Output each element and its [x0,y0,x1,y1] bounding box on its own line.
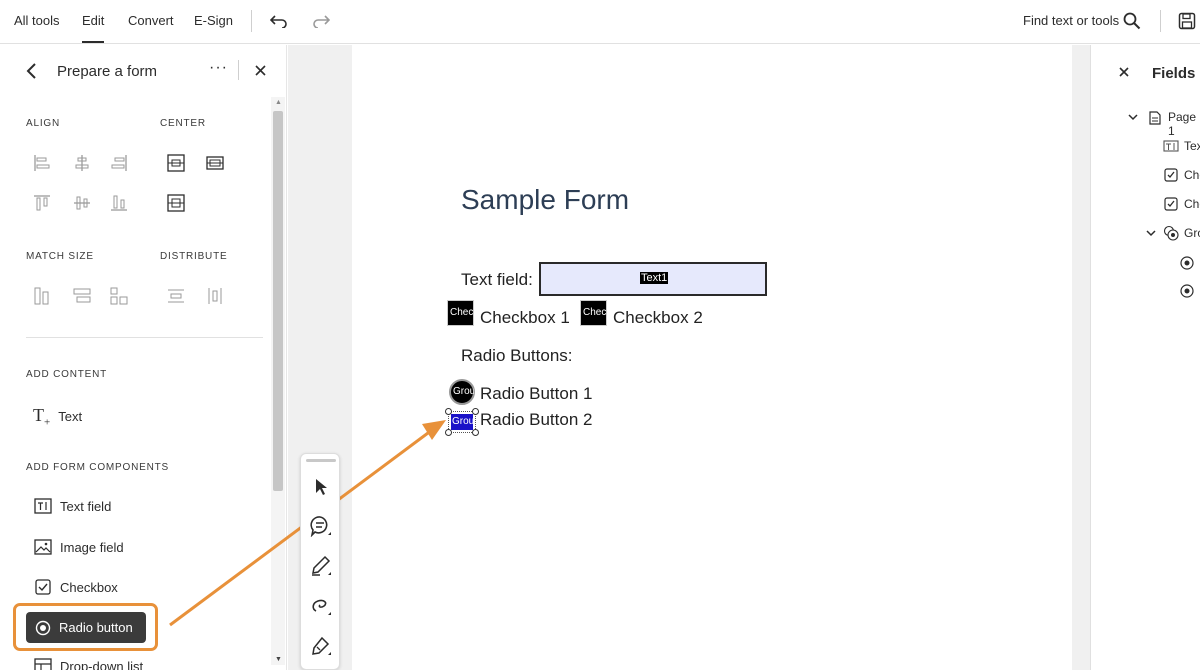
quick-tools-strip [300,453,340,670]
annotation-arrow [169,420,446,627]
fields-title: Fields [1152,65,1196,82]
fields-checkbox-item[interactable]: Che [1184,197,1200,211]
page-icon [1148,110,1162,126]
fields-panel: Fields Page 1 Tex Che Che Gro [1090,45,1200,670]
highlight-pen-icon[interactable] [309,554,333,578]
radio-button-icon[interactable] [1179,255,1195,271]
chevron-down-icon[interactable] [1145,227,1157,239]
drag-handle[interactable] [306,459,336,462]
close-icon[interactable] [1117,65,1131,79]
chevron-down-icon[interactable] [1127,111,1139,123]
radio-button-icon[interactable] [1179,283,1195,299]
fields-checkbox-item[interactable]: Che [1184,168,1200,182]
radio-group-icon [1163,225,1179,241]
sign-pen-icon[interactable] [309,634,333,658]
select-arrow-icon[interactable] [311,476,331,498]
draw-freehand-icon[interactable] [309,594,333,618]
checkbox-icon [1163,196,1179,212]
text-field-icon [1163,139,1179,153]
comment-icon[interactable] [309,514,333,538]
checkbox-icon [1163,167,1179,183]
fields-page-item[interactable]: Page 1 [1168,110,1200,138]
fields-group-item[interactable]: Gro [1184,226,1200,240]
fields-text-item[interactable]: Tex [1184,139,1200,153]
